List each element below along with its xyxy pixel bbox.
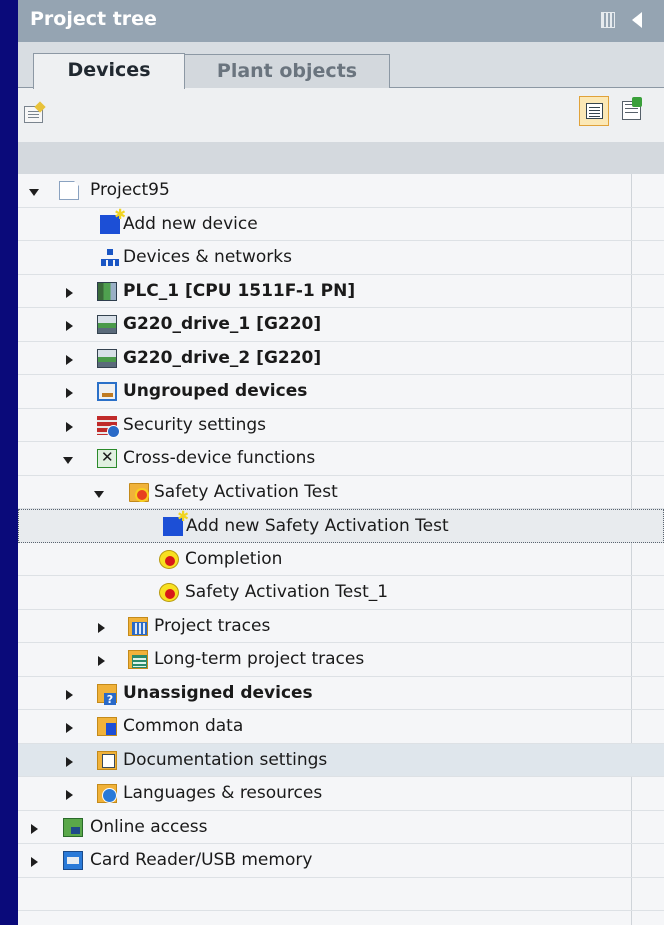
expand-arrow-icon[interactable] [66, 756, 73, 767]
expand-arrow-icon[interactable] [94, 490, 104, 498]
project-tree-panel: Project tree Devices Plant objects Proje… [18, 0, 664, 925]
tree-item-label: Ungrouped devices [123, 381, 308, 401]
card-reader-icon [63, 851, 83, 870]
safety-folder-icon [129, 482, 149, 502]
expand-arrow-icon[interactable] [31, 823, 38, 834]
tree-view: Project95 Add new device Devices & netwo… [18, 174, 664, 925]
tab-devices[interactable]: Devices [33, 53, 185, 89]
add-new-device-icon [100, 207, 126, 234]
tree-item-label: Project95 [90, 180, 170, 200]
expand-arrow-icon[interactable] [29, 189, 39, 196]
tree-item-long-term-project-traces[interactable]: Long-term project traces [18, 643, 664, 677]
tree-item-common-data[interactable]: Common data [18, 710, 664, 744]
tree-item-label: Online access [90, 816, 208, 837]
documentation-settings-icon [97, 750, 117, 770]
tree-item-online-access[interactable]: Online access [18, 811, 664, 844]
plc-icon [97, 281, 117, 301]
tree-item-label: Add new device [123, 213, 258, 234]
panel-title: Project tree [30, 8, 157, 30]
tree-item-safety-activation-test-1[interactable]: Safety Activation Test_1 [18, 576, 664, 610]
network-icon [100, 248, 120, 267]
table-export-icon[interactable] [622, 97, 642, 120]
tree-item-project95[interactable]: Project95 [18, 174, 664, 208]
expand-arrow-icon[interactable] [66, 421, 73, 432]
tree-item-unassigned-devices[interactable]: Unassigned devices [18, 677, 664, 710]
tree-item-cross-device-functions[interactable]: Cross-device functions [18, 442, 664, 476]
languages-resources-icon [97, 784, 117, 803]
tree-item-label: Card Reader/USB memory [90, 850, 313, 870]
expand-arrow-icon[interactable] [63, 457, 73, 464]
unassigned-devices-icon [97, 683, 117, 705]
tree-item-g220-drive-2[interactable]: G220_drive_2 [G220] [18, 342, 664, 375]
tree-item-label: Security settings [123, 414, 267, 435]
drive-icon [97, 348, 117, 368]
tree-item-project-traces[interactable]: Project traces [18, 610, 664, 643]
project-traces-icon [128, 616, 148, 636]
tree-item-ungrouped-devices[interactable]: Ungrouped devices [18, 375, 664, 409]
column-header [18, 142, 664, 174]
tree-item-label: Documentation settings [123, 749, 328, 770]
tree-item-label: Add new Safety Activation Test [186, 516, 449, 536]
expand-arrow-icon[interactable] [66, 723, 73, 733]
new-from-template-icon[interactable] [24, 106, 43, 123]
tree-item-label: Safety Activation Test_1 [185, 582, 389, 602]
tree-item-safety-activation-test[interactable]: Safety Activation Test [18, 476, 664, 509]
tab-strip: Devices Plant objects [18, 42, 664, 89]
tree-item-label: Completion [185, 548, 283, 569]
drive-icon [97, 315, 117, 334]
expand-arrow-icon[interactable] [66, 388, 73, 398]
panel-titlebar: Project tree [18, 0, 664, 42]
tree-item-g220-drive-1[interactable]: G220_drive_1 [G220] [18, 308, 664, 342]
expand-arrow-icon[interactable] [66, 790, 73, 800]
tree-item-plc-1[interactable]: PLC_1 [CPU 1511F-1 PN] [18, 275, 664, 308]
tree-item-completion[interactable]: Completion [18, 543, 664, 576]
expand-arrow-icon[interactable] [66, 689, 73, 700]
cross-device-functions-icon [97, 448, 117, 468]
tab-plant-objects[interactable]: Plant objects [184, 54, 390, 88]
security-settings-icon [97, 415, 120, 438]
expand-arrow-icon[interactable] [66, 321, 73, 331]
tree-item-label: PLC_1 [CPU 1511F-1 PN] [123, 280, 356, 301]
tree-item-languages-resources[interactable]: Languages & resources [18, 777, 664, 811]
expand-arrow-icon[interactable] [98, 622, 105, 633]
tree-item-label: Common data [123, 716, 244, 736]
project-document-icon [59, 181, 79, 200]
empty-row [18, 878, 664, 911]
tree-item-label: G220_drive_1 [G220] [123, 314, 322, 334]
collapse-arrow-icon[interactable] [632, 12, 642, 28]
safety-test-icon [159, 583, 179, 602]
tree-item-devices-networks[interactable]: Devices & networks [18, 241, 664, 275]
tree-item-label: Project traces [154, 615, 271, 636]
tree-item-add-new-safety-activation-test[interactable]: Add new Safety Activation Test [18, 509, 664, 543]
safety-test-icon [159, 549, 179, 569]
tree-toolbar [18, 88, 664, 142]
expand-arrow-icon[interactable] [66, 354, 73, 365]
tree-item-label: Cross-device functions [123, 448, 316, 468]
tree-item-label: Unassigned devices [123, 682, 313, 703]
tree-item-security-settings[interactable]: Security settings [18, 409, 664, 442]
online-access-icon [63, 817, 83, 837]
tree-item-label: G220_drive_2 [G220] [123, 347, 322, 368]
tree-item-label: Long-term project traces [154, 649, 365, 669]
tree-item-label: Languages & resources [123, 783, 323, 803]
tree-item-label: Devices & networks [123, 247, 292, 267]
pin-icon[interactable] [601, 12, 615, 28]
expand-arrow-icon[interactable] [66, 287, 73, 298]
expand-arrow-icon[interactable] [31, 857, 38, 867]
ungrouped-devices-icon [97, 382, 117, 401]
tree-item-card-reader-usb[interactable]: Card Reader/USB memory [18, 844, 664, 878]
tree-item-documentation-settings[interactable]: Documentation settings [18, 743, 664, 777]
tree-item-add-new-device[interactable]: Add new device [18, 207, 664, 241]
long-term-traces-icon [128, 650, 148, 669]
add-new-icon [163, 509, 189, 536]
overview-view-icon[interactable] [579, 96, 609, 126]
expand-arrow-icon[interactable] [98, 656, 105, 666]
common-data-icon [97, 717, 117, 736]
tree-item-label: Safety Activation Test [154, 481, 338, 502]
